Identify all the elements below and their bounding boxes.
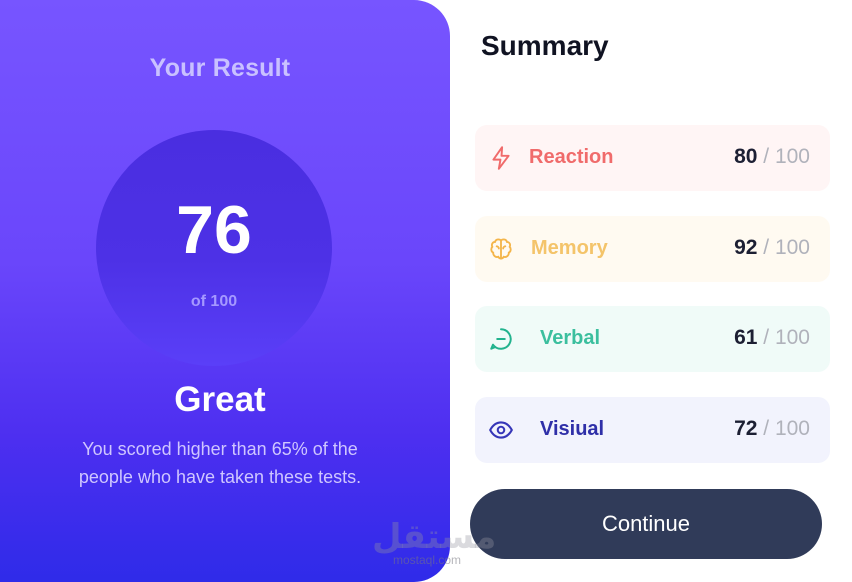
score-of-label: of 100 <box>190 293 238 310</box>
summary-item-verbal: Verbal 61 / 100 <box>475 306 830 372</box>
score-value: 76 <box>176 192 252 268</box>
summary-item-visual: Visiual 72 / 100 <box>475 397 830 463</box>
summary-item-label: Visiual <box>540 418 605 440</box>
brain-icon <box>488 236 514 262</box>
result-grade: Great <box>174 380 266 419</box>
summary-item-score: 92 / 100 <box>734 236 810 259</box>
summary-item-score: 61 / 100 <box>734 326 810 349</box>
score-circle: 76 of 100 <box>96 130 332 366</box>
continue-button[interactable]: Continue <box>470 489 822 559</box>
summary-item-memory: Memory 92 / 100 <box>475 216 830 282</box>
result-title: Your Result <box>149 54 291 82</box>
summary-item-label: Memory <box>531 237 608 259</box>
lightning-icon <box>488 145 514 171</box>
summary-item-label: Reaction <box>529 146 614 168</box>
result-description: You scored higher than 65% of the people… <box>78 439 362 487</box>
results-summary-card: Your Result 76 of 100 Great You scored h… <box>0 0 852 582</box>
eye-icon <box>488 417 514 443</box>
result-panel: Your Result 76 of 100 Great You scored h… <box>0 0 450 582</box>
summary-title: Summary <box>481 30 609 61</box>
chat-bubble-icon <box>488 326 514 352</box>
summary-item-score: 72 / 100 <box>734 417 810 440</box>
summary-item-label: Verbal <box>540 327 601 349</box>
summary-item-reaction: Reaction 80 / 100 <box>475 125 830 191</box>
summary-item-score: 80 / 100 <box>734 145 810 168</box>
